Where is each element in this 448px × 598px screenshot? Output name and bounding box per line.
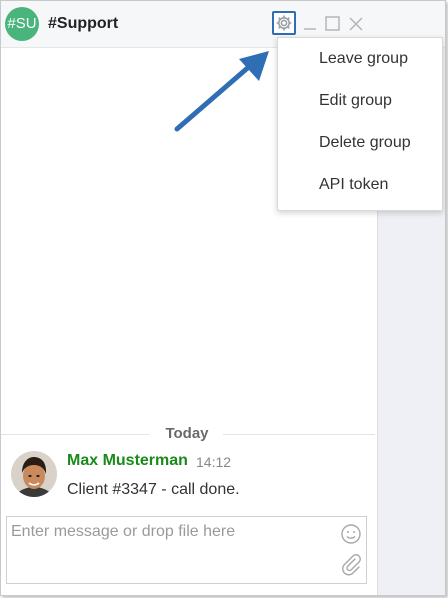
maximize-button[interactable]: [323, 14, 343, 34]
attachment-icon[interactable]: [340, 553, 362, 577]
menu-item-edit-group[interactable]: Edit group: [278, 80, 442, 122]
avatar[interactable]: [11, 451, 57, 497]
message-timestamp: 14:12: [196, 454, 232, 470]
day-divider-right: [223, 434, 375, 435]
message-author[interactable]: Max Musterman: [67, 452, 188, 470]
page-title: #Support: [48, 15, 119, 32]
message-text: Client #3347 - call done.: [67, 481, 240, 498]
group-menu: Leave group Edit group Delete group API …: [277, 37, 443, 211]
chat-window: #SU #Support Leave group Edit group Dele…: [0, 0, 446, 596]
menu-item-delete-group[interactable]: Delete group: [278, 122, 442, 164]
day-separator: Today: [165, 425, 209, 442]
settings-button[interactable]: [272, 11, 296, 35]
close-icon: [349, 17, 363, 31]
minimize-icon: [304, 28, 316, 30]
message-input[interactable]: [7, 517, 332, 583]
message-composer: [6, 516, 367, 584]
menu-item-leave-group[interactable]: Leave group: [278, 38, 442, 80]
day-divider-left: [1, 434, 149, 435]
minimize-button[interactable]: [301, 14, 321, 34]
menu-item-api-token[interactable]: API token: [278, 164, 442, 206]
user-photo-icon: [11, 451, 57, 497]
group-avatar[interactable]: #SU: [5, 7, 39, 41]
annotation-arrow-icon: [174, 51, 269, 132]
close-button[interactable]: [346, 14, 366, 34]
maximize-icon: [325, 16, 340, 31]
gear-icon: [276, 15, 292, 31]
emoji-icon[interactable]: [340, 523, 362, 545]
